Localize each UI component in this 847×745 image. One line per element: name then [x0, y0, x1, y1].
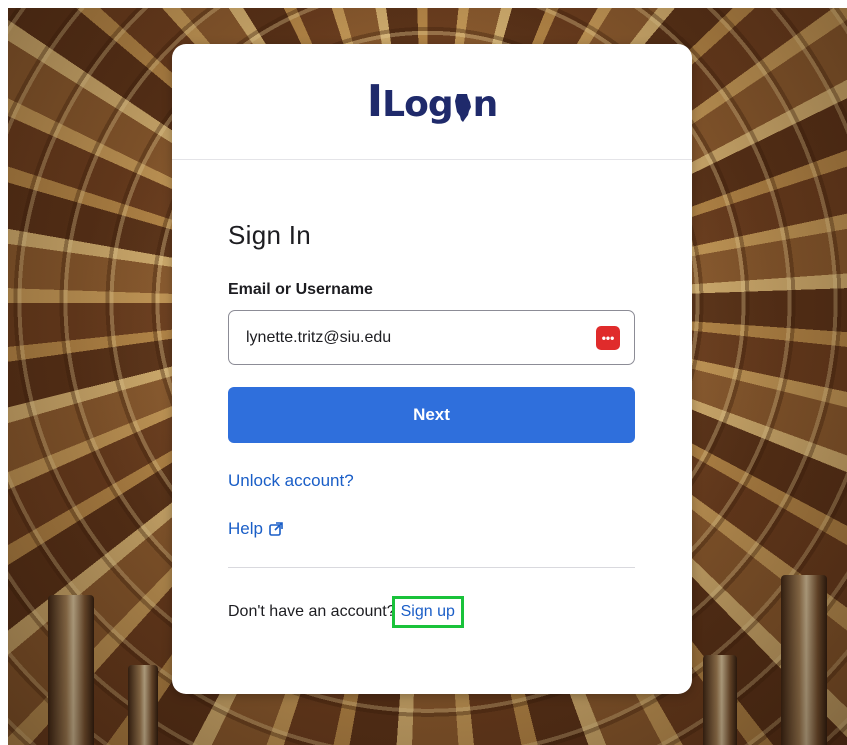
background-column	[781, 575, 827, 745]
background-column	[48, 595, 94, 745]
email-field[interactable]: lynette.tritz@siu.edu •••	[228, 310, 635, 365]
page-title: Sign In	[228, 220, 312, 250]
signup-highlight-box: Sign up	[391, 596, 464, 628]
illinois-state-icon	[454, 93, 471, 122]
email-field-value[interactable]: lynette.tritz@siu.edu	[246, 329, 596, 347]
no-account-text: Don't have an account?	[228, 603, 396, 620]
signup-link[interactable]: Sign up	[401, 603, 455, 621]
background-column	[703, 655, 737, 745]
email-field-label: Email or Username	[228, 281, 373, 298]
divider	[228, 567, 635, 568]
signin-form: Sign In Email or Username lynette.tritz@…	[228, 202, 635, 628]
ilogin-logo: I Log n	[366, 76, 498, 127]
login-card: I Log n Sign In Email or Username lynett…	[172, 44, 692, 694]
external-link-icon[interactable]	[269, 522, 283, 536]
password-manager-icon[interactable]: •••	[596, 325, 620, 350]
signup-row: Don't have an account? Sign up	[228, 596, 635, 628]
unlock-account-link[interactable]: Unlock account?	[228, 471, 354, 491]
next-button[interactable]: Next	[228, 387, 635, 443]
card-header: I Log n	[172, 44, 692, 160]
background-column	[128, 665, 158, 745]
help-link[interactable]: Help	[228, 519, 263, 539]
